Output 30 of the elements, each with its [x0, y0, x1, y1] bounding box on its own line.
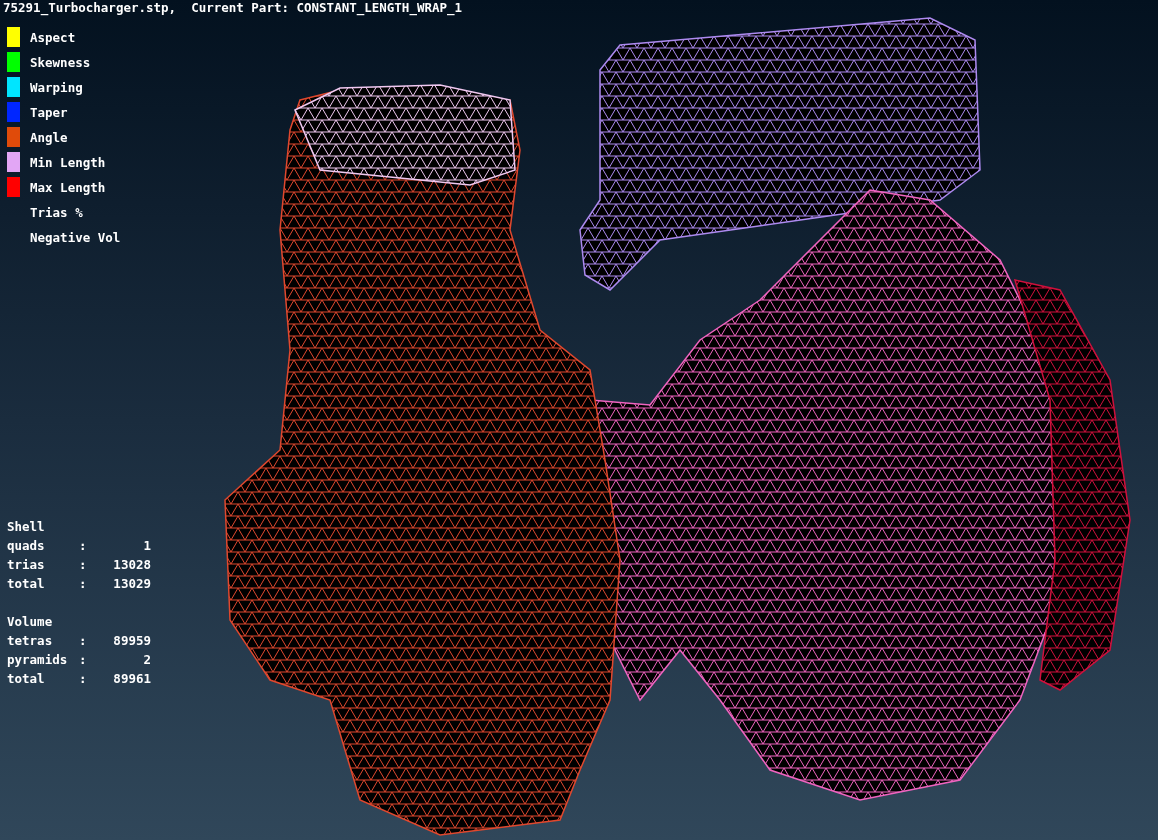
- stats-separator: :: [79, 632, 88, 650]
- legend-label: Aspect: [30, 29, 76, 45]
- legend-label: Min Length: [30, 154, 106, 170]
- legend-label: Trias %: [30, 204, 83, 220]
- stats-value: 1: [142, 537, 151, 555]
- stats-label: tetras: [7, 632, 54, 650]
- legend-label: Taper: [30, 104, 68, 120]
- legend-label: Skewness: [30, 54, 91, 70]
- viewport-title: 75291_Turbocharger.stp, Current Part: CONSTANT_LENGTH_WRAP_1: [2, 0, 464, 15]
- stats-separator: :: [79, 670, 88, 688]
- stats-separator: :: [79, 537, 88, 555]
- legend-label: Max Length: [30, 179, 106, 195]
- legend-label: Warping: [30, 79, 83, 95]
- stats-label: quads: [7, 537, 46, 555]
- stats-separator: :: [79, 575, 88, 593]
- stats-separator: :: [79, 651, 88, 669]
- stats-value: 2: [142, 651, 151, 669]
- stats-heading: Volume: [7, 613, 54, 631]
- stats-separator: :: [79, 556, 88, 574]
- legend-label: Angle: [30, 129, 68, 145]
- stats-label: pyramids: [7, 651, 69, 669]
- stats-value: 89959: [112, 632, 151, 650]
- legend-label: Negative Vol: [30, 229, 121, 245]
- stats-value: 89961: [112, 670, 151, 688]
- stats-value: 13028: [112, 556, 151, 574]
- stats-heading: Shell: [7, 518, 46, 536]
- stats-label: total: [7, 670, 46, 688]
- stats-label: total: [7, 575, 46, 593]
- stats-label: trias: [7, 556, 46, 574]
- stats-value: 13029: [112, 575, 151, 593]
